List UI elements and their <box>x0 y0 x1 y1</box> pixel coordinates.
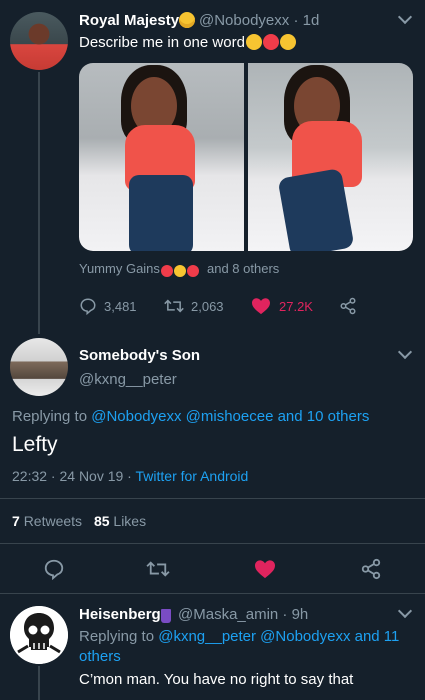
display-name[interactable]: Heisenberg <box>79 606 161 623</box>
replying-to: Replying to @Nobodyexx @mishoecee and 10… <box>12 408 369 425</box>
divider <box>0 498 425 499</box>
retweet-icon[interactable] <box>164 297 184 315</box>
share-icon[interactable] <box>339 297 357 315</box>
avatar[interactable] <box>10 338 68 396</box>
reply-icon[interactable] <box>43 558 65 580</box>
purple-cup-emoji-icon <box>161 609 171 623</box>
likers-name[interactable]: Yummy Gains <box>79 261 160 276</box>
retweet-count[interactable]: 2,063 <box>191 299 224 314</box>
replying-to-users[interactable]: @kxng__peter @Nobodyexx and 11 <box>158 628 399 645</box>
heart-eyes-emoji-icon <box>245 34 296 52</box>
skull-icon <box>10 606 68 664</box>
tweet-photo-right[interactable] <box>248 63 413 251</box>
avatar[interactable] <box>10 12 68 70</box>
retweet-icon[interactable] <box>146 559 170 579</box>
user-handle[interactable]: @Maska_amin · 9h <box>178 606 308 623</box>
tweet-text: C’mon man. You have no right to say that <box>79 671 354 688</box>
likes-label[interactable]: Likes <box>113 513 146 529</box>
display-name[interactable]: Somebody's Son <box>79 347 200 364</box>
tweet-photo-left[interactable] <box>79 63 244 251</box>
user-handle[interactable]: @Nobodyexx · 1d <box>199 12 319 29</box>
blonde-face-emoji-icon <box>179 12 195 28</box>
thread-line-top <box>38 72 40 334</box>
tweet-meta: 22:32 · 24 Nov 19 · Twitter for Android <box>12 468 248 484</box>
share-icon[interactable] <box>360 558 382 580</box>
divider <box>0 543 425 544</box>
heart-icon[interactable] <box>251 297 271 315</box>
replying-to-label: Replying to <box>12 408 88 425</box>
thread-line-bottom <box>38 666 40 700</box>
retweets-label[interactable]: Retweets <box>24 513 82 529</box>
engagement-stats: 7 Retweets 85 Likes <box>12 513 146 529</box>
reply-icon[interactable] <box>79 297 97 315</box>
timestamp[interactable]: 22:32 · 24 Nov 19 · <box>12 468 132 484</box>
chevron-down-icon[interactable] <box>397 344 413 360</box>
like-count[interactable]: 27.2K <box>279 299 313 314</box>
replying-to-users[interactable]: @Nobodyexx @mishoecee and 10 others <box>91 408 369 425</box>
chevron-down-icon[interactable] <box>397 603 413 619</box>
heart-icon[interactable] <box>254 559 276 579</box>
chevron-down-icon[interactable] <box>397 9 413 25</box>
retweets-count[interactable]: 7 <box>12 513 20 529</box>
tweet-text: Lefty <box>12 433 58 456</box>
reply-count[interactable]: 3,481 <box>104 299 137 314</box>
tweet-source[interactable]: Twitter for Android <box>136 468 249 484</box>
user-handle[interactable]: @kxng__peter <box>79 371 177 388</box>
likers-others[interactable]: and 8 others <box>207 261 279 276</box>
divider <box>0 593 425 594</box>
tweet-text: Describe me in one word <box>79 34 245 51</box>
likers-emoji-icon <box>160 261 199 279</box>
replying-to: Replying to @kxng__peter @Nobodyexx and … <box>79 628 399 645</box>
replying-to-label: Replying to <box>79 628 155 645</box>
likes-count[interactable]: 85 <box>94 513 110 529</box>
display-name[interactable]: Royal Majesty <box>79 12 179 29</box>
replying-to-users-cont[interactable]: others <box>79 648 121 665</box>
avatar[interactable] <box>10 606 68 664</box>
